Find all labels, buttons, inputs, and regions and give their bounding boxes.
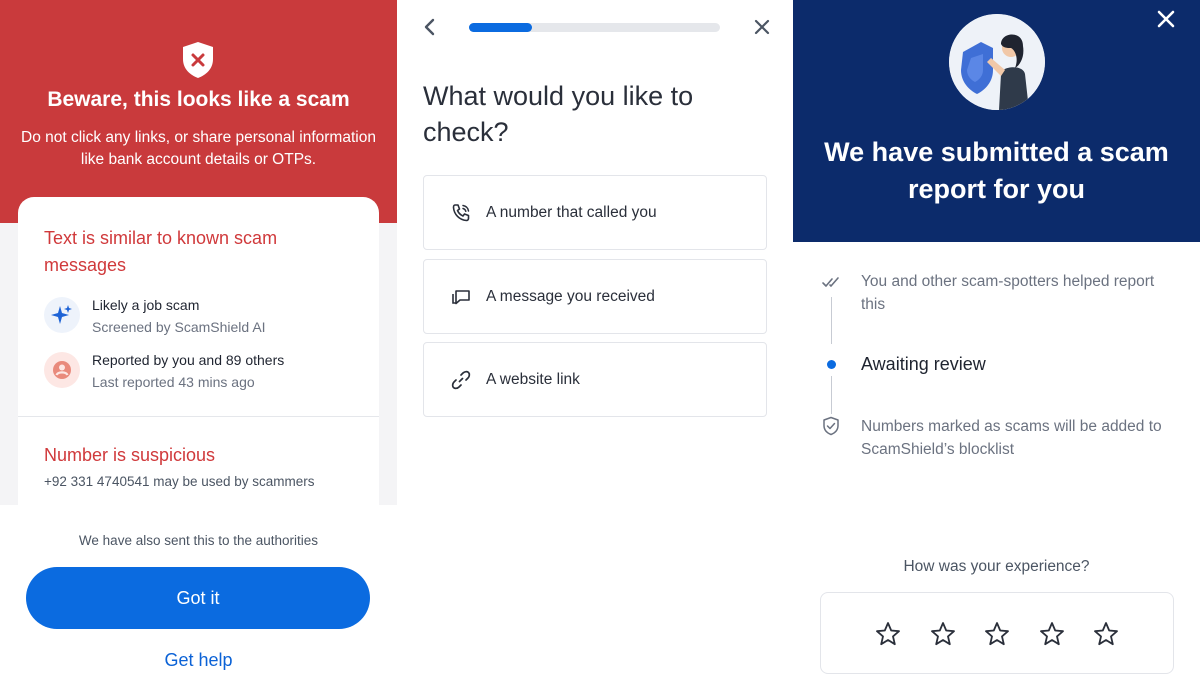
double-check-icon bbox=[822, 277, 839, 287]
authorities-note: We have also sent this to the authoritie… bbox=[78, 533, 319, 548]
star-icon[interactable] bbox=[984, 621, 1010, 647]
got-it-button[interactable]: Got it bbox=[26, 567, 370, 629]
chevron-left-icon[interactable] bbox=[417, 14, 443, 40]
row-secondary: Screened by ScamShield AI bbox=[92, 319, 266, 335]
star-icon[interactable] bbox=[1093, 621, 1119, 647]
timeline-step-1: You and other scam-spotters helped repor… bbox=[861, 273, 1155, 313]
shield-x-icon bbox=[183, 42, 213, 78]
timeline-line bbox=[831, 297, 832, 344]
list-item: Likely a job scam Screened by ScamShield… bbox=[44, 297, 364, 335]
message-icon bbox=[452, 290, 470, 305]
timeline-step-2: Awaiting review bbox=[861, 354, 986, 374]
star-icon[interactable] bbox=[875, 621, 901, 647]
number-subtitle: +92 331 4740541 may be used by scammers bbox=[44, 474, 315, 489]
option-number[interactable]: A number that called you bbox=[423, 175, 767, 250]
scam-warning-screen: Beware, this looks like a scam Do not cl… bbox=[0, 0, 397, 676]
star-icon[interactable] bbox=[1039, 621, 1065, 647]
warning-title: Beware, this looks like a scam bbox=[47, 88, 350, 111]
option-label: A number that called you bbox=[486, 204, 657, 221]
option-message[interactable]: A message you received bbox=[423, 259, 767, 334]
phone-icon bbox=[452, 204, 470, 222]
experience-question: How was your experience? bbox=[903, 558, 1090, 575]
sparkle-icon bbox=[44, 297, 80, 333]
divider bbox=[18, 416, 379, 417]
close-icon[interactable] bbox=[1155, 8, 1177, 30]
get-help-link[interactable]: Get help bbox=[0, 650, 397, 671]
timeline-active-dot bbox=[827, 360, 836, 369]
card-title: Text is similar to known scam messages bbox=[44, 228, 278, 275]
check-type-screen: What would you like to check? A number t… bbox=[397, 0, 793, 676]
number-title: Number is suspicious bbox=[44, 445, 216, 465]
star-icon[interactable] bbox=[930, 621, 956, 647]
report-illustration bbox=[949, 14, 1045, 110]
row-primary: Likely a job scam bbox=[92, 297, 200, 313]
timeline-step-3: Numbers marked as scams will be added to… bbox=[861, 418, 1162, 458]
scam-details-card: Text is similar to known scam messages L… bbox=[18, 197, 379, 537]
report-title: We have submitted a scam report for you bbox=[824, 137, 1169, 204]
action-footer: We have also sent this to the authoritie… bbox=[0, 505, 397, 676]
timeline-line bbox=[831, 376, 832, 414]
page-title: What would you like to check? bbox=[423, 81, 694, 147]
close-icon[interactable] bbox=[749, 14, 775, 40]
option-link[interactable]: A website link bbox=[423, 342, 767, 417]
shield-check-icon bbox=[823, 416, 839, 436]
report-header: We have submitted a scam report for you bbox=[793, 0, 1200, 242]
star-rating bbox=[820, 592, 1174, 674]
warning-header: Beware, this looks like a scam Do not cl… bbox=[0, 0, 397, 223]
user-icon bbox=[44, 352, 80, 388]
report-submitted-screen: We have submitted a scam report for you … bbox=[793, 0, 1200, 676]
progress-fill bbox=[469, 23, 532, 32]
warning-subtitle: Do not click any links, or share persona… bbox=[21, 129, 376, 168]
progress-bar bbox=[469, 23, 720, 32]
row-secondary: Last reported 43 mins ago bbox=[92, 374, 255, 390]
option-label: A message you received bbox=[486, 288, 655, 305]
option-label: A website link bbox=[486, 371, 580, 388]
list-item: Reported by you and 89 others Last repor… bbox=[44, 352, 364, 390]
link-icon bbox=[451, 370, 471, 390]
row-primary: Reported by you and 89 others bbox=[92, 352, 285, 368]
